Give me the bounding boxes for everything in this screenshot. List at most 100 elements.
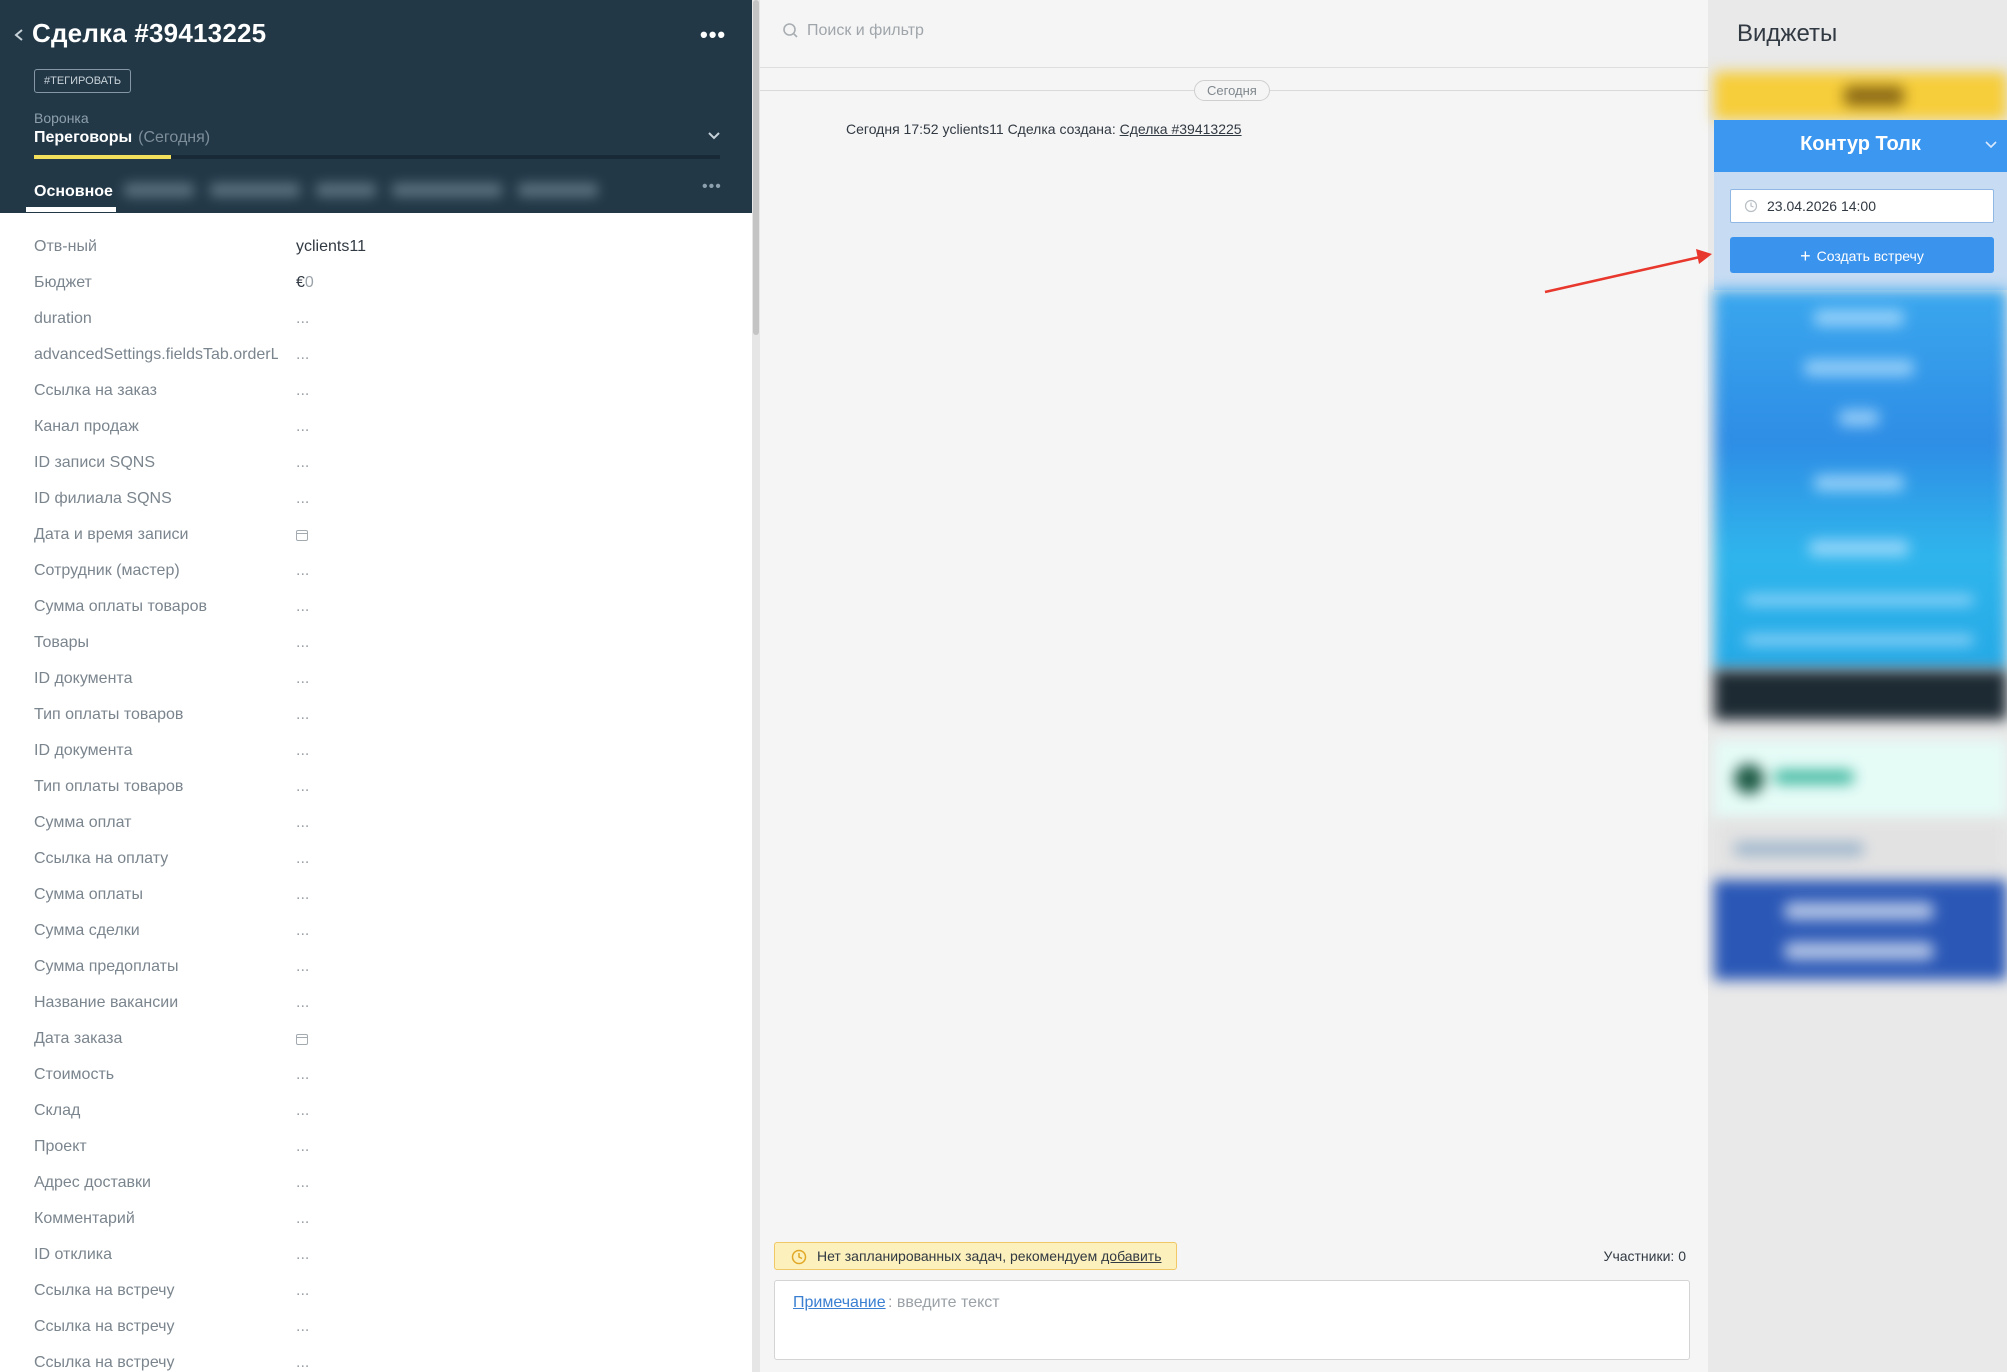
field-value[interactable]: ...: [296, 382, 309, 400]
left-scrollbar[interactable]: [752, 0, 760, 1372]
field-row: Тип оплаты товаров...: [0, 771, 752, 807]
participants-count[interactable]: Участники: 0: [1604, 1248, 1686, 1264]
field-date-input[interactable]: [296, 526, 308, 544]
meeting-datetime-input[interactable]: 23.04.2026 14:00: [1730, 189, 1994, 223]
field-value[interactable]: ...: [296, 598, 309, 616]
field-value[interactable]: ...: [296, 454, 309, 472]
field-label: duration: [34, 310, 92, 327]
tag-button[interactable]: #ТЕГИРОВАТЬ: [34, 69, 132, 93]
field-label: ID отклика: [34, 1246, 113, 1263]
field-label: Товары: [34, 634, 90, 651]
widget-blurred-navy[interactable]: [1714, 880, 2007, 980]
field-value[interactable]: ...: [296, 886, 309, 904]
field-label: Сумма оплаты: [34, 886, 143, 903]
calendar-icon[interactable]: [296, 530, 308, 541]
widgets-title: Виджеты: [1737, 20, 1838, 47]
chevron-down-icon[interactable]: [1984, 138, 1998, 152]
field-row: duration...: [0, 303, 752, 339]
field-value[interactable]: ...: [296, 1246, 309, 1264]
field-value[interactable]: ...: [296, 778, 309, 796]
budget-amount: 0: [304, 274, 314, 291]
field-label: Дата заказа: [34, 1030, 123, 1047]
field-row: Сумма оплаты товаров...: [0, 591, 752, 627]
funnel-stage-select[interactable]: Переговоры (Сегодня): [34, 129, 210, 147]
field-value[interactable]: yclients11: [296, 238, 366, 256]
kontur-widget-header[interactable]: Контур Толк: [1714, 120, 2007, 172]
field-row: ID записи SQNS...: [0, 447, 752, 483]
calendar-icon[interactable]: [296, 1034, 308, 1045]
field-label: Дата и время записи: [34, 526, 189, 543]
field-row: Дата и время записи: [0, 519, 752, 555]
search-input[interactable]: Поиск и фильтр: [807, 22, 924, 40]
field-value[interactable]: ...: [296, 1282, 309, 1300]
field-row: advancedSettings.fieldsTab.orderL...: [0, 339, 752, 375]
field-label: Сумма предоплаты: [34, 958, 179, 975]
widget-blurred-yellow[interactable]: [1714, 72, 2007, 120]
field-value[interactable]: ...: [296, 346, 309, 364]
field-label: ID записи SQNS: [34, 454, 156, 471]
field-value[interactable]: ...: [296, 958, 309, 976]
field-row: Ссылка на встречу...: [0, 1311, 752, 1347]
create-meeting-button[interactable]: + Создать встречу: [1730, 237, 1994, 273]
kontur-widget-body: 23.04.2026 14:00 + Создать встречу: [1714, 172, 2007, 290]
note-input[interactable]: Примечание : введите текст: [774, 1280, 1690, 1360]
field-row: Товары...: [0, 627, 752, 663]
scrollbar-thumb[interactable]: [753, 0, 759, 335]
day-separator: Сегодня: [1194, 80, 1270, 101]
field-value[interactable]: ...: [296, 1066, 309, 1084]
field-row: Сумма сделки...: [0, 915, 752, 951]
field-value[interactable]: ...: [296, 1174, 309, 1192]
field-row: Склад...: [0, 1095, 752, 1131]
event-text: Сегодня 17:52 yclients11 Сделка создана:: [846, 121, 1120, 137]
field-value[interactable]: ...: [296, 742, 309, 760]
no-tasks-banner: Нет запланированных задач, рекомендуем д…: [774, 1242, 1177, 1270]
field-value[interactable]: ...: [296, 1354, 309, 1372]
field-value[interactable]: €0: [296, 274, 314, 292]
meeting-datetime-value: 23.04.2026 14:00: [1767, 198, 1876, 214]
field-value[interactable]: ...: [296, 310, 309, 328]
note-type-selector[interactable]: Примечание: [793, 1294, 886, 1312]
currency-symbol: €: [296, 274, 305, 291]
field-value[interactable]: ...: [296, 850, 309, 868]
field-value[interactable]: ...: [296, 994, 309, 1012]
widget-blurred-blue[interactable]: [1714, 290, 2007, 670]
field-value[interactable]: ...: [296, 670, 309, 688]
event-deal-link[interactable]: Сделка #39413225: [1120, 121, 1242, 137]
clock-icon: [791, 1249, 807, 1265]
field-label: Комментарий: [34, 1210, 135, 1227]
field-row: Тип оплаты товаров...: [0, 699, 752, 735]
field-value[interactable]: ...: [296, 1138, 309, 1156]
field-row: ID документа...: [0, 735, 752, 771]
search-bar[interactable]: Поиск и фильтр: [760, 0, 1708, 68]
deal-title: Сделка #39413225: [32, 18, 267, 48]
field-value[interactable]: ...: [296, 706, 309, 724]
field-value[interactable]: ...: [296, 418, 309, 436]
deal-header: Сделка #39413225 ••• #ТЕГИРОВАТЬ Воронка…: [0, 0, 752, 213]
field-value[interactable]: ...: [296, 1210, 309, 1228]
note-placeholder: : введите текст: [888, 1294, 1000, 1311]
other-tabs-blurred: [124, 183, 684, 207]
chevron-down-icon[interactable]: [706, 128, 722, 144]
field-date-input[interactable]: [296, 1030, 308, 1048]
field-value[interactable]: ...: [296, 562, 309, 580]
back-chevron-icon[interactable]: [12, 24, 26, 46]
widget-blurred-mint[interactable]: [1714, 740, 2007, 820]
tabs-more-button[interactable]: •••: [702, 178, 722, 196]
field-value[interactable]: ...: [296, 490, 309, 508]
deal-menu-button[interactable]: •••: [700, 22, 726, 48]
field-value[interactable]: ...: [296, 922, 309, 940]
field-value[interactable]: ...: [296, 634, 309, 652]
tab-main[interactable]: Основное: [34, 183, 113, 201]
field-value[interactable]: ...: [296, 1318, 309, 1336]
deal-card-panel: Сделка #39413225 ••• #ТЕГИРОВАТЬ Воронка…: [0, 0, 752, 1372]
widget-blurred-gray[interactable]: [1714, 820, 2007, 880]
field-row: Ссылка на заказ...: [0, 375, 752, 411]
field-value[interactable]: ...: [296, 814, 309, 832]
field-label: Ссылка на встречу: [34, 1354, 175, 1371]
widgets-panel: Виджеты Контур Толк 23.04.2026 14:00 + Со…: [1708, 0, 2007, 1372]
widget-blurred-dark[interactable]: [1714, 670, 2007, 720]
add-task-link[interactable]: добавить: [1101, 1248, 1161, 1264]
plus-icon: +: [1800, 246, 1811, 266]
field-label: Ссылка на встречу: [34, 1282, 175, 1299]
field-value[interactable]: ...: [296, 1102, 309, 1120]
